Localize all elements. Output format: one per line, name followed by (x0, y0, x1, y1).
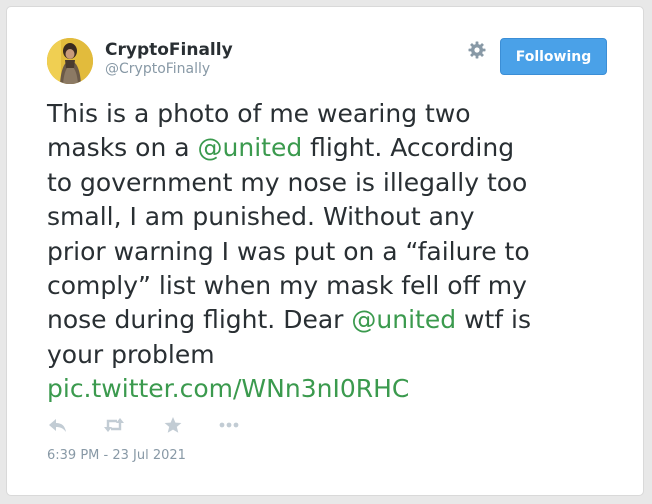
reply-icon[interactable] (47, 415, 69, 435)
tweet-text-fragment: wtf is (456, 305, 531, 335)
tweet-text-fragment: nose during flight. Dear (47, 305, 352, 335)
tweet-text-fragment: masks on a (47, 133, 198, 163)
media-link[interactable]: pic.twitter.com/WNn3nI0RHC (47, 372, 607, 406)
more-icon[interactable] (218, 415, 240, 435)
tweet-line: prior warning I was put on a “failure to (47, 236, 530, 266)
tweet-line: nose during flight. Dear @united wtf is (47, 303, 607, 337)
display-name[interactable]: CryptoFinally (105, 40, 233, 60)
tweet-line: small, I am punished. Without any (47, 202, 475, 232)
avatar[interactable] (47, 38, 93, 84)
avatar-image (47, 38, 93, 84)
mention-link[interactable]: @united (351, 305, 456, 334)
tweet-text: This is a photo of me wearing two masks … (47, 97, 607, 407)
tweet-timestamp[interactable]: 6:39 PM - 23 Jul 2021 (47, 448, 186, 463)
tweet-line: your problem (47, 339, 215, 369)
retweet-icon[interactable] (103, 415, 125, 435)
tweet-line: masks on a @united flight. According (47, 131, 607, 165)
user-handle[interactable]: @CryptoFinally (105, 61, 210, 77)
tweet-line: to government my nose is illegally too (47, 167, 528, 197)
tweet-line: This is a photo of me wearing two (47, 99, 471, 128)
tweet-line: comply” list when my mask fell off my (47, 271, 527, 301)
following-button[interactable]: Following (500, 38, 607, 75)
gear-icon[interactable] (467, 40, 487, 60)
tweet-text-fragment: flight. According (302, 133, 515, 163)
tweet-card: CryptoFinally @CryptoFinally Following T… (6, 6, 644, 496)
mention-link[interactable]: @united (198, 133, 303, 162)
favorite-icon[interactable] (162, 415, 184, 435)
